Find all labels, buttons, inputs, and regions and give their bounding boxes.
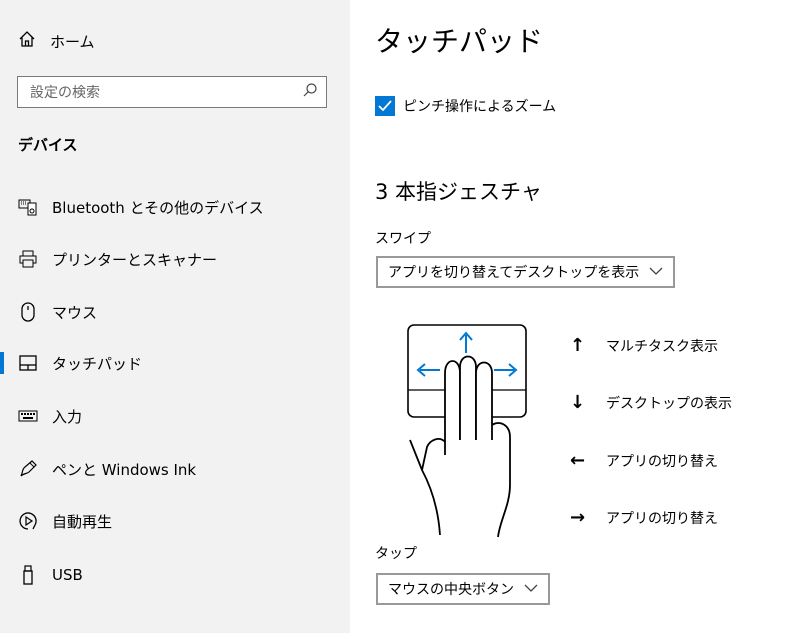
- touchpad-icon: [18, 353, 38, 373]
- pinch-zoom-label: ピンチ操作によるズーム: [403, 99, 557, 115]
- sidebar-item-bluetooth[interactable]: Bluetooth とその他のデバイス: [0, 185, 350, 229]
- sidebar-item-label: 自動再生: [52, 512, 113, 531]
- gesture-left: ← アプリの切り替え: [570, 450, 718, 471]
- three-finger-illustration: [400, 315, 540, 544]
- sidebar-item-typing[interactable]: 入力: [0, 394, 350, 438]
- sidebar-item-label: タッチパッド: [52, 354, 143, 373]
- sidebar-item-printers[interactable]: プリンターとスキャナー: [0, 237, 350, 281]
- gesture-left-label: アプリの切り替え: [606, 453, 718, 470]
- page-title: タッチパッド: [375, 25, 544, 58]
- search-input[interactable]: 設定の検索: [17, 76, 327, 108]
- main-content: タッチパッド ピンチ操作によるズーム 3 本指ジェスチャ スワイプ アプリを切り…: [350, 0, 800, 633]
- devices-icon: [18, 197, 38, 217]
- gesture-down: ↓ デスクトップの表示: [570, 392, 732, 413]
- arrow-right-icon: →: [570, 507, 586, 528]
- sidebar-item-label: USB: [52, 566, 83, 584]
- swipe-dropdown[interactable]: アプリを切り替えてデスクトップを表示: [376, 256, 676, 288]
- sidebar-item-mouse[interactable]: マウス: [0, 290, 350, 334]
- arrow-up-icon: ↑: [570, 335, 586, 356]
- autoplay-icon: [18, 511, 38, 531]
- printer-icon: [18, 249, 38, 269]
- sidebar-item-touchpad[interactable]: タッチパッド: [0, 341, 350, 385]
- gesture-right: → アプリの切り替え: [570, 507, 718, 528]
- section-title: デバイス: [18, 136, 78, 154]
- sidebar-item-label: Bluetooth とその他のデバイス: [52, 198, 264, 217]
- mouse-icon: [18, 302, 38, 322]
- arrow-left-icon: ←: [570, 450, 586, 471]
- gesture-up-label: マルチタスク表示: [606, 338, 718, 355]
- sidebar-item-label: ペンと Windows Ink: [52, 460, 197, 479]
- home-label: ホーム: [50, 32, 95, 51]
- home-link[interactable]: ホーム: [18, 30, 95, 52]
- gesture-right-label: アプリの切り替え: [606, 510, 718, 527]
- chevron-down-icon: [649, 264, 663, 280]
- tap-dropdown[interactable]: マウスの中央ボタン: [376, 573, 550, 605]
- pinch-zoom-checkbox[interactable]: ピンチ操作によるズーム: [375, 96, 556, 116]
- gesture-up: ↑ マルチタスク表示: [570, 335, 718, 356]
- sidebar: ホーム 設定の検索 デバイス Bluetooth とその他のデバイス プリンター…: [0, 0, 350, 633]
- chevron-down-icon: [524, 581, 538, 597]
- sidebar-item-usb[interactable]: USB: [0, 553, 350, 597]
- usb-icon: [18, 565, 38, 585]
- three-finger-gestures-title: 3 本指ジェスチャ: [375, 180, 542, 204]
- home-icon: [18, 30, 36, 52]
- search-icon[interactable]: [302, 82, 318, 102]
- keyboard-icon: [18, 406, 38, 426]
- sidebar-item-autoplay[interactable]: 自動再生: [0, 499, 350, 543]
- sidebar-item-label: マウス: [52, 303, 98, 322]
- arrow-down-icon: ↓: [570, 392, 586, 413]
- sidebar-item-label: 入力: [52, 407, 83, 426]
- checkbox-checked[interactable]: [375, 96, 395, 116]
- sidebar-item-pen[interactable]: ペンと Windows Ink: [0, 447, 350, 491]
- swipe-label: スワイプ: [375, 231, 431, 247]
- gesture-down-label: デスクトップの表示: [606, 395, 732, 412]
- swipe-value: アプリを切り替えてデスクトップを表示: [388, 265, 640, 281]
- sidebar-item-label: プリンターとスキャナー: [52, 250, 218, 269]
- pen-icon: [18, 459, 38, 479]
- tap-label: タップ: [375, 546, 417, 562]
- tap-value: マウスの中央ボタン: [388, 582, 514, 598]
- search-placeholder: 設定の検索: [30, 85, 100, 101]
